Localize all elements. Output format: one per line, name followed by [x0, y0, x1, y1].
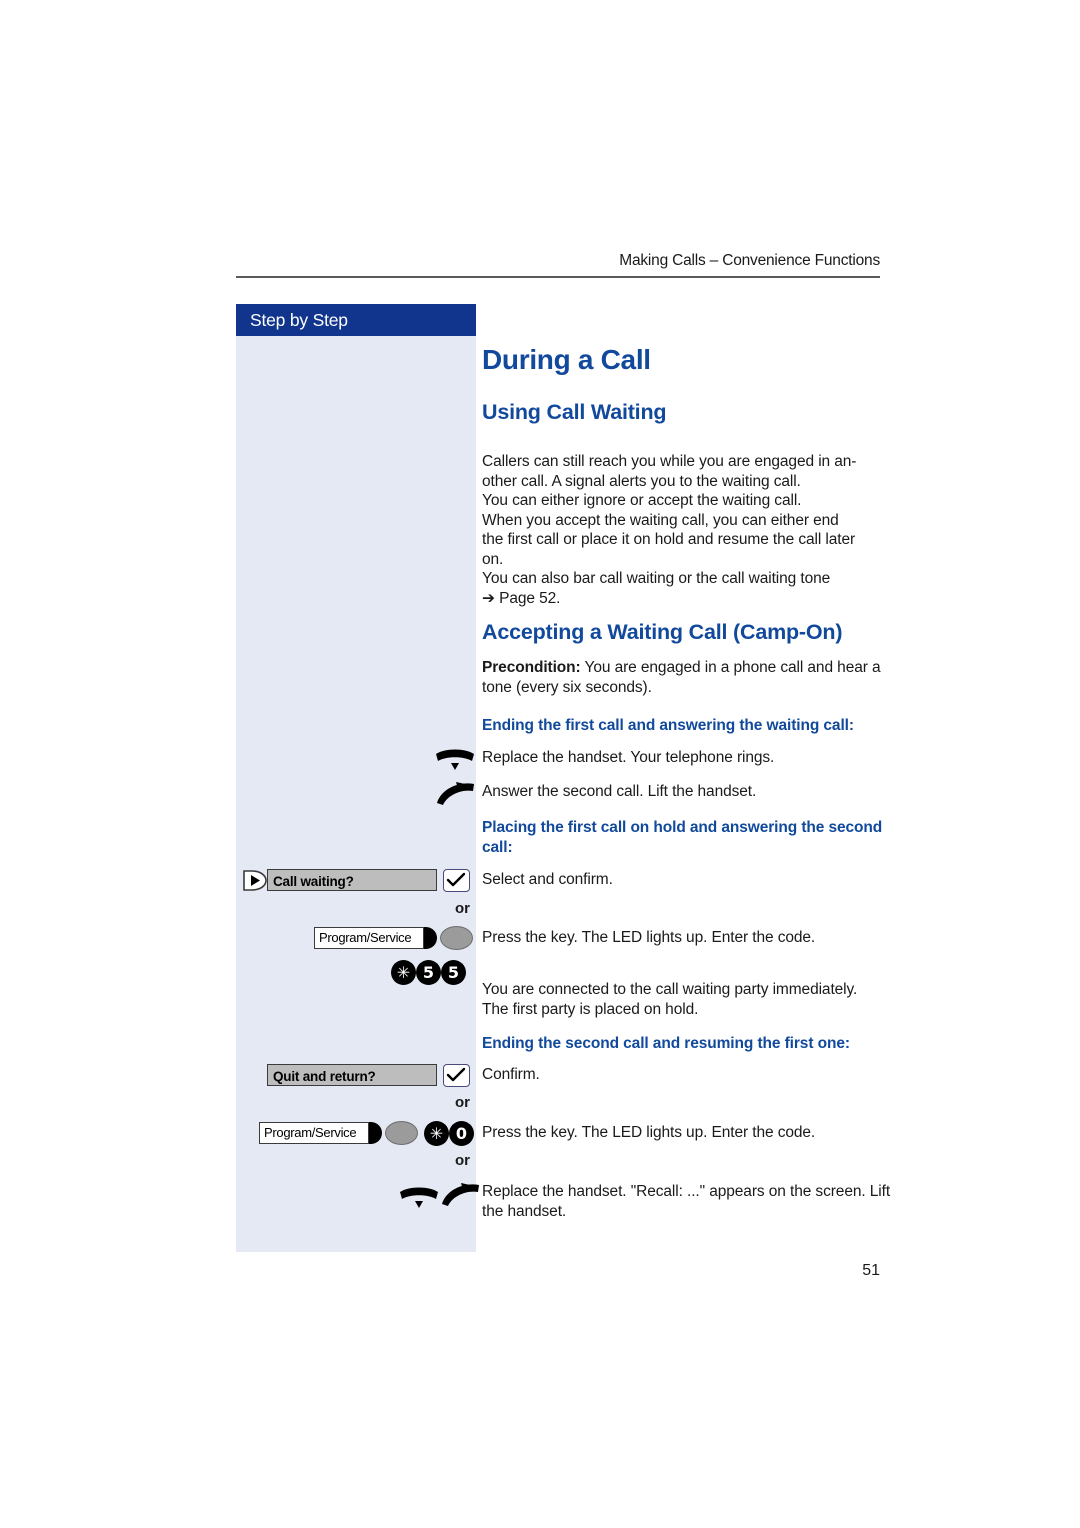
heading-placing-first-call-on-hold: Placing the first call on hold and answe… [482, 819, 883, 856]
step-text-confirm: Confirm. [482, 1066, 540, 1083]
intro-line-8-page-ref[interactable]: ➔ Page 52. [482, 589, 886, 609]
digit-key-asterisk-1[interactable]: ✳ [391, 960, 416, 985]
replace-handset-icon-2 [396, 1186, 442, 1217]
step-text-select-and-confirm: Select and confirm. [482, 871, 613, 888]
navigation-select-key[interactable] [241, 869, 268, 892]
intro-line-1: Callers can still reach you while you ar… [482, 453, 857, 470]
section-heading-accepting-waiting-call: Accepting a Waiting Call (Camp-On) [482, 620, 843, 644]
intro-line-6: on. [482, 550, 504, 568]
page-title: During a Call [482, 344, 651, 375]
confirm-checkmark-key-2[interactable] [443, 1064, 470, 1087]
heading-ending-first-call: Ending the first call and answering the … [482, 717, 854, 734]
intro-line-2: other call. A signal alerts you to the w… [482, 472, 801, 490]
header-rule [236, 276, 880, 278]
intro-line-4: When you accept the waiting call, you ca… [482, 511, 839, 529]
intro-line-3: You can either ignore or accept the wait… [482, 492, 802, 510]
intro-line-7: You can also bar call waiting or the cal… [482, 570, 831, 588]
digit-key-0[interactable]: 0 [449, 1121, 474, 1146]
confirm-checkmark-key[interactable] [443, 869, 470, 892]
replace-handset-icon [432, 748, 478, 779]
or-label-3: or [455, 1152, 470, 1169]
sidebar-title: Step by Step [236, 304, 476, 336]
step-text-press-key-enter-code-1: Press the key. The LED lights up. Enter … [482, 929, 816, 946]
digit-key-5-b[interactable]: 5 [441, 960, 466, 985]
page-number: 51 [862, 1262, 880, 1279]
lift-handset-icon-2 [437, 1181, 483, 1212]
step-text-recall-replace-lift-handset: Replace the handset. "Recall: ..." appea… [482, 1183, 891, 1220]
step-text-connected-to-waiting-party: You are connected to the call waiting pa… [482, 981, 858, 1018]
function-key-label-program-service-1[interactable]: Program/Service [314, 927, 424, 949]
function-key-label-program-service-2[interactable]: Program/Service [259, 1122, 369, 1144]
lift-handset-icon [432, 780, 478, 811]
or-label-2: or [455, 1094, 470, 1111]
digit-key-5-a[interactable]: 5 [416, 960, 441, 985]
step-text-answer-second-call: Answer the second call. Lift the handset… [482, 783, 757, 800]
section-heading-using-call-waiting: Using Call Waiting [482, 400, 667, 424]
heading-ending-second-call: Ending the second call and resuming the … [482, 1035, 850, 1052]
led-indicator-1 [440, 926, 473, 950]
step-text-replace-handset: Replace the handset. Your telephone ring… [482, 749, 775, 766]
menu-option-quit-and-return[interactable]: Quit and return? [267, 1064, 437, 1086]
precondition-paragraph: Precondition: You are engaged in a phone… [482, 658, 886, 697]
led-indicator-2 [385, 1121, 418, 1145]
intro-line-5: the first call or place it on hold and r… [482, 531, 856, 549]
or-label-1: or [455, 900, 470, 917]
step-text-press-key-enter-code-2: Press the key. The LED lights up. Enter … [482, 1124, 816, 1141]
precondition-label: Precondition: [482, 659, 581, 676]
running-header: Making Calls – Convenience Functions [619, 252, 880, 269]
intro-paragraph: Callers can still reach you while you ar… [482, 452, 886, 608]
menu-option-call-waiting[interactable]: Call waiting? [267, 869, 437, 891]
digit-key-asterisk-2[interactable]: ✳ [424, 1121, 449, 1146]
